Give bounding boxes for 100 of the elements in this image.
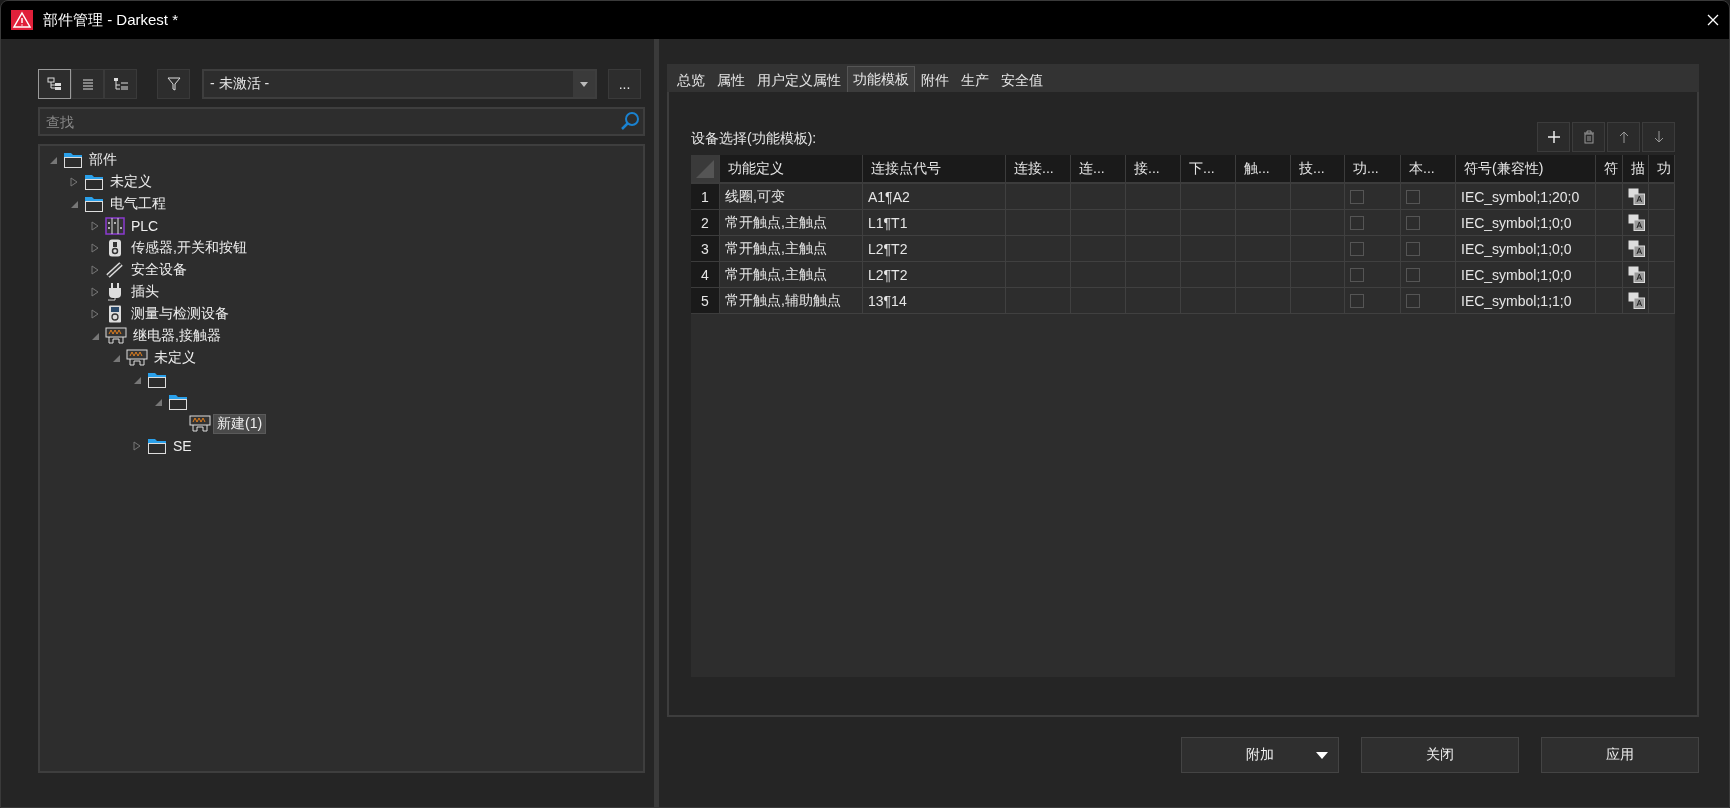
tab[interactable]: 用户定义属性 [751,68,847,92]
table-cell: A1¶A2 [863,184,1006,210]
tree-item[interactable]: 新建(1) [214,415,266,433]
checkbox[interactable] [1406,189,1420,204]
checkbox[interactable] [1350,293,1364,308]
column-header[interactable]: 符 [1596,155,1623,184]
column-header[interactable]: 接... [1126,155,1181,184]
column-header[interactable]: 本... [1401,155,1456,184]
plus-icon [1546,130,1561,144]
toolbar-button[interactable] [1537,122,1570,152]
table-cell: 常开触点,辅助触点 [720,288,863,314]
column-header[interactable]: 功 [1649,155,1675,184]
checkbox[interactable] [1406,215,1420,230]
more-button[interactable]: ... [608,69,641,99]
relay-icon [105,327,127,345]
table-cell: IEC_symbol;1;0;0 [1456,210,1596,236]
translate-icon[interactable] [1628,266,1645,283]
tab[interactable]: 属性 [711,68,751,92]
filter-dropdown[interactable]: - 未激活 - [202,69,597,99]
tree-item[interactable]: 继电器,接触器 [130,327,224,345]
dialog-button[interactable]: 应用 [1541,737,1699,773]
dialog-button[interactable]: 附加 [1181,737,1339,773]
down-arrow-icon [1652,130,1665,144]
caret-icon [1316,752,1328,759]
column-header[interactable]: 技... [1291,155,1345,184]
relay-icon [126,349,148,367]
tab[interactable]: 生产 [955,68,995,92]
search-icon[interactable] [620,111,641,131]
filter-button[interactable] [157,69,190,99]
folder-icon [168,393,188,411]
checkbox[interactable] [1406,293,1420,308]
tree-item[interactable]: 插头 [128,283,162,301]
row-number: 2 [691,210,720,236]
tree-item[interactable]: 传感器,开关和按钮 [128,239,250,257]
tab[interactable]: 功能模板 [847,66,915,92]
checkbox[interactable] [1406,267,1420,282]
column-header[interactable]: 触... [1236,155,1291,184]
view-button[interactable] [38,69,71,99]
table-label: 设备选择(功能模板): [691,130,817,148]
tab[interactable]: 总览 [671,68,711,92]
tree-item[interactable]: 安全设备 [128,261,190,279]
window-title: 部件管理 - Darkest * [43,10,178,30]
table-cell: L1¶T1 [863,210,1006,236]
table-cell: L2¶T2 [863,236,1006,262]
list-icon [81,78,94,90]
column-header[interactable]: 连接... [1006,155,1071,184]
row-number: 4 [691,262,720,288]
close-icon[interactable] [1707,14,1719,26]
table-cell: 常开触点,主触点 [720,210,863,236]
up-arrow-icon [1617,130,1630,144]
table-cell: IEC_symbol;1;1;0 [1456,288,1596,314]
table-cell: 线圈,可变 [720,184,863,210]
column-header[interactable]: 连... [1071,155,1126,184]
translate-icon[interactable] [1628,292,1645,309]
tree-item[interactable]: 部件 [86,151,120,169]
column-header[interactable]: 功能定义 [720,155,863,184]
select-all-icon[interactable] [695,158,715,179]
relay-icon [189,415,211,433]
checkbox[interactable] [1350,215,1364,230]
column-header[interactable]: 连接点代号 [863,155,1006,184]
table-cell: IEC_symbol;1;0;0 [1456,262,1596,288]
warning-logo-icon [11,10,33,30]
tree-item[interactable]: 未定义 [151,349,199,367]
trash-icon [1582,130,1595,144]
folder-icon [84,195,104,213]
table-cell: 常开触点,主触点 [720,236,863,262]
row-number: 5 [691,288,720,314]
checkbox[interactable] [1350,189,1364,204]
row-number: 1 [691,184,720,210]
table-cell: 常开触点,主触点 [720,262,863,288]
tree-item[interactable]: 测量与检测设备 [128,305,232,323]
table-cell: IEC_symbol;1;20;0 [1456,184,1596,210]
search-field[interactable]: 查找 [38,107,646,136]
checkbox[interactable] [1350,241,1364,256]
tree-item[interactable]: 未定义 [107,173,155,191]
table-cell: 13¶14 [863,288,1006,314]
column-header[interactable]: 功... [1345,155,1401,184]
translate-icon[interactable] [1628,240,1645,257]
column-header[interactable]: 符号(兼容性) [1456,155,1596,184]
folder-icon [63,151,83,169]
filter-icon [166,77,181,91]
fuse-icon [105,261,125,279]
column-header[interactable]: 下... [1181,155,1236,184]
table-cell: IEC_symbol;1;0;0 [1456,236,1596,262]
plc-icon [105,217,125,235]
tree-view-icon [46,77,63,91]
folder-icon [147,371,167,389]
folder-icon [84,173,104,191]
row-number: 3 [691,236,720,262]
tab[interactable]: 附件 [915,68,955,92]
table-cell: L2¶T2 [863,262,1006,288]
checkbox[interactable] [1406,241,1420,256]
folder-icon [147,437,167,455]
column-header[interactable]: 描 [1623,155,1649,184]
detail-tree-icon [112,77,129,91]
tab[interactable]: 安全值 [995,68,1049,92]
translate-icon[interactable] [1628,188,1645,205]
translate-icon[interactable] [1628,214,1645,231]
checkbox[interactable] [1350,267,1364,282]
dialog-button[interactable]: 关闭 [1361,737,1519,773]
